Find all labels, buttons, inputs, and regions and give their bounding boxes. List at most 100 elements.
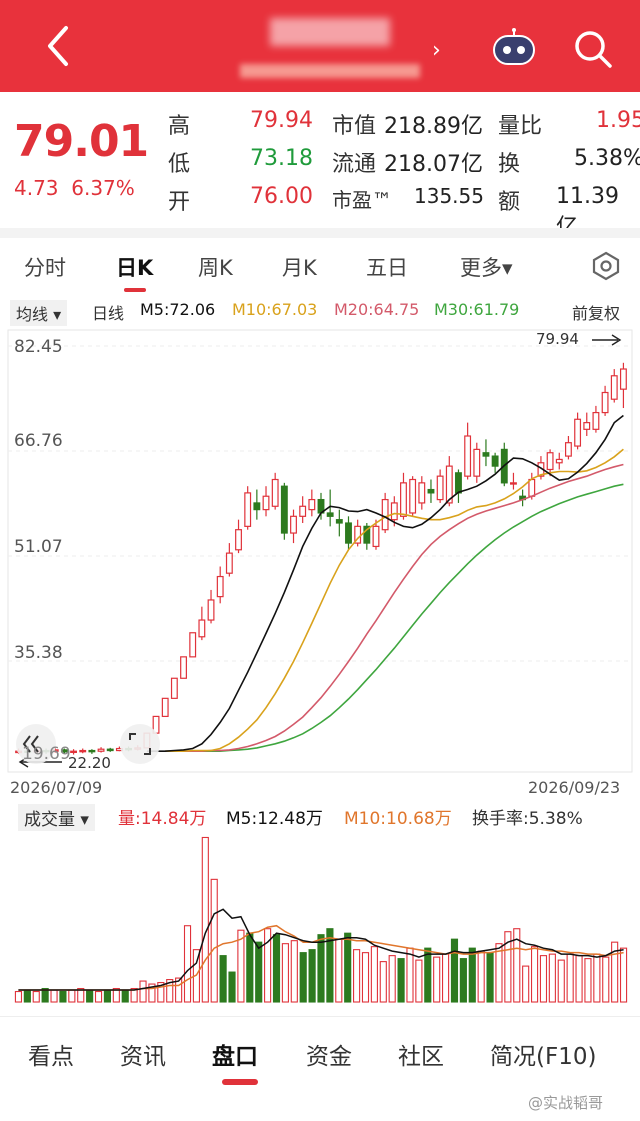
tab-more[interactable]: 更多▾	[460, 252, 513, 282]
volratio-value: 1.95	[596, 108, 640, 133]
volume-bar	[210, 878, 218, 1003]
end-date: 2026/09/23	[528, 778, 621, 797]
chevron-left-icon[interactable]	[38, 22, 78, 70]
candle-body	[400, 482, 407, 517]
candle-body	[97, 748, 105, 752]
max-price-label: 79.94	[536, 330, 579, 348]
volume-bar	[103, 989, 112, 1003]
bottom-tab-community[interactable]: 社区	[398, 1037, 444, 1071]
robot-assistant-icon[interactable]	[490, 28, 538, 68]
volume-bar	[433, 956, 441, 1003]
indicator-selector[interactable]: 均线 ▾	[10, 300, 68, 326]
candlestick-chart[interactable]	[0, 326, 640, 776]
bottom-tab-news[interactable]: 资讯	[120, 1037, 166, 1071]
amount-label: 额	[498, 190, 521, 215]
candle-body	[610, 375, 618, 400]
volume-bar	[530, 946, 539, 1003]
tab-monthly-k[interactable]: 月K	[282, 252, 317, 282]
candle-body	[372, 525, 380, 548]
volume-bar	[442, 953, 450, 1003]
volume-bar	[183, 925, 192, 1003]
open-value: 76.00	[250, 184, 313, 209]
volume-bar	[219, 955, 227, 1003]
high-value: 79.94	[250, 108, 313, 133]
volume-bar	[281, 943, 289, 1003]
volume-bar	[522, 965, 530, 1003]
volume-bar	[406, 947, 414, 1003]
candle-body	[491, 455, 499, 467]
settings-hexagon-icon[interactable]	[590, 250, 622, 282]
candle-body	[546, 452, 554, 471]
volume-bar	[557, 959, 565, 1003]
candle-body	[528, 478, 536, 497]
start-date: 2026/07/09	[10, 778, 103, 797]
volume-bar	[59, 990, 67, 1003]
volume-bar	[370, 946, 378, 1003]
ma10-line	[165, 448, 624, 752]
volume-bar	[619, 947, 628, 1003]
volume-bar	[379, 961, 387, 1003]
candle-body	[574, 418, 582, 447]
chevron-right-icon[interactable]: ›	[432, 38, 441, 63]
search-icon[interactable]	[570, 26, 614, 70]
candle-body	[198, 619, 206, 638]
volume-chart[interactable]	[0, 826, 640, 1006]
ma20-value: M20:64.75	[334, 300, 420, 319]
volume-bar	[139, 980, 147, 1003]
candle-body	[464, 435, 472, 477]
active-bottom-indicator	[222, 1079, 258, 1085]
candle-body	[70, 750, 78, 754]
volume-bar	[353, 949, 361, 1003]
volume-bar	[50, 989, 58, 1003]
candle-body	[436, 475, 444, 501]
turnover-label: 换	[498, 152, 521, 177]
stock-code-blurred	[240, 64, 420, 78]
bottom-tab-orderbook[interactable]: 盘口	[212, 1037, 258, 1071]
bottom-tab-funds[interactable]: 资金	[306, 1037, 352, 1071]
tab-intraday[interactable]: 分时	[24, 252, 66, 282]
candle-body	[290, 515, 297, 534]
ma5-value: M5:72.06	[140, 300, 216, 319]
period-label: 日线	[92, 304, 125, 323]
candle-body	[455, 472, 462, 494]
candle-body	[308, 498, 316, 511]
candle-body	[216, 575, 224, 598]
candle-body	[583, 422, 591, 430]
volume-bar	[23, 989, 31, 1003]
chart-frame	[7, 329, 633, 773]
candle-body	[326, 512, 334, 517]
candle-body	[564, 442, 572, 457]
volume-bar	[299, 952, 307, 1003]
tab-daily-k[interactable]: 日K	[116, 252, 153, 282]
volume-bar	[361, 952, 370, 1003]
y-tick-label: 35.38	[14, 643, 63, 663]
candle-body	[601, 391, 609, 414]
y-tick-label: 66.76	[14, 431, 63, 451]
volume-bar	[548, 953, 556, 1003]
bottom-tab-f10[interactable]: 简况(F10)	[490, 1037, 596, 1071]
mktcap-label: 市值	[332, 114, 377, 139]
last-price: 79.01	[14, 116, 149, 167]
volratio-label: 量比	[498, 114, 543, 139]
bottom-tab-highlights[interactable]: 看点	[28, 1037, 74, 1071]
tab-five-day[interactable]: 五日	[366, 252, 408, 282]
ma30-value: M30:61.79	[434, 300, 520, 319]
volume-bar	[459, 958, 467, 1003]
low-value: 73.18	[250, 146, 313, 171]
candle-body	[170, 677, 178, 699]
low-label: 低	[168, 152, 191, 177]
candle-body	[390, 502, 398, 521]
candle-body	[473, 448, 481, 477]
volume-bar	[584, 958, 592, 1003]
candle-body	[555, 458, 563, 464]
candle-body	[510, 482, 517, 485]
candle-body	[79, 749, 87, 753]
candle-body	[592, 411, 600, 430]
volume-bar	[495, 943, 503, 1003]
volume-bar	[344, 932, 352, 1003]
adjust-mode[interactable]: 前复权	[572, 300, 620, 324]
tab-weekly-k[interactable]: 周K	[198, 252, 233, 282]
quote-panel: 79.01 4.73 6.37% 高 79.94 低 73.18 开 76.00…	[0, 92, 640, 240]
high-label: 高	[168, 114, 191, 139]
candle-body	[427, 488, 435, 494]
